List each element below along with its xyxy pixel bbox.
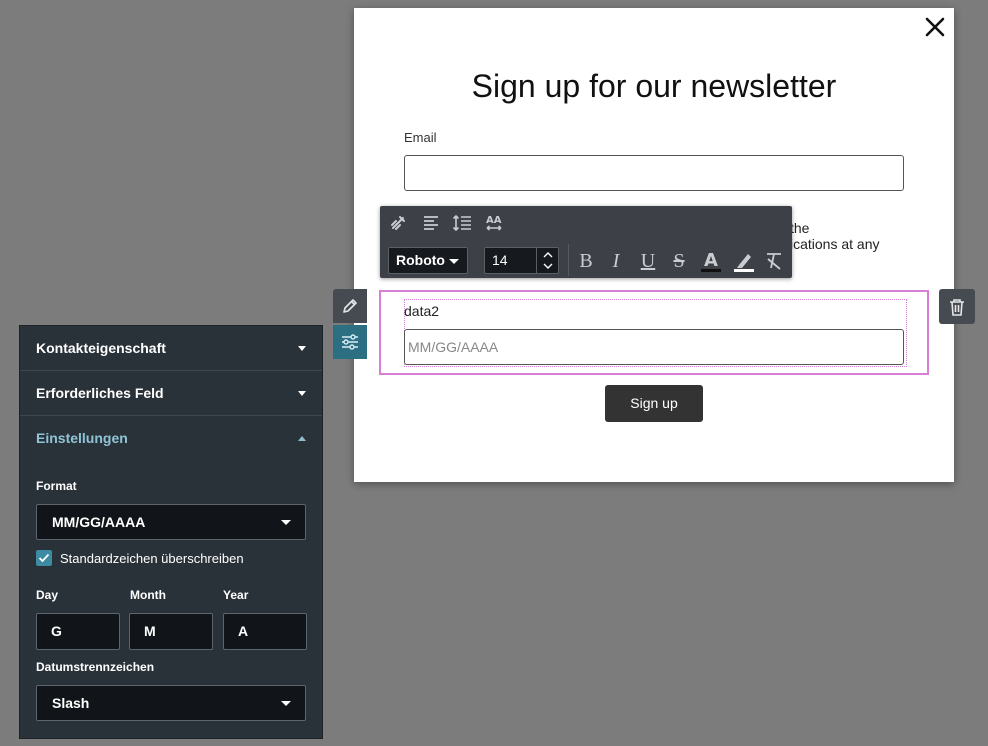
override-checkbox[interactable]: [36, 550, 52, 566]
email-label: Email: [404, 130, 437, 145]
font-family-select[interactable]: Roboto: [388, 247, 468, 274]
day-input[interactable]: G: [36, 613, 120, 650]
trash-icon: [950, 298, 964, 316]
toolbar-divider: [568, 244, 569, 276]
settings-button[interactable]: [333, 325, 367, 359]
delete-button[interactable]: [939, 289, 975, 324]
chevron-down-icon: [449, 259, 459, 264]
settings-panel: Kontakteigenschaft Erforderliches Feld E…: [19, 325, 323, 739]
year-input[interactable]: A: [223, 613, 307, 650]
font-size-input[interactable]: 14: [484, 247, 559, 274]
format-value: MM/GG/AAAA: [52, 514, 146, 530]
email-field[interactable]: [404, 155, 904, 191]
consent-text: the ications at any: [790, 220, 880, 252]
format-select[interactable]: MM/GG/AAAA: [36, 504, 306, 540]
year-label: Year: [223, 588, 249, 602]
line-height-icon[interactable]: [449, 210, 475, 236]
highlight-icon[interactable]: [731, 248, 757, 274]
pencil-icon: [343, 299, 357, 313]
section-required-field[interactable]: Erforderliches Feld: [20, 371, 322, 416]
text-color-icon[interactable]: A: [698, 248, 724, 274]
month-label: Month: [130, 588, 166, 602]
strikethrough-icon[interactable]: S: [666, 248, 692, 274]
month-input[interactable]: M: [129, 613, 213, 650]
format-label: Format: [36, 479, 77, 493]
section-label: Einstellungen: [36, 430, 128, 446]
consent-text-line1: the: [790, 220, 810, 236]
align-left-icon[interactable]: [418, 210, 444, 236]
chevron-down-icon: [298, 391, 306, 396]
chevron-up-icon: [298, 436, 306, 441]
clear-format-icon[interactable]: [761, 248, 787, 274]
date-label: data2: [404, 303, 440, 319]
consent-text-line2: ications at any: [790, 236, 880, 252]
font-size-stepper[interactable]: [536, 248, 558, 273]
checkmark-icon: [38, 553, 50, 563]
toolbar-row-top: AA: [380, 206, 792, 240]
date-field[interactable]: MM/GG/AAAA: [404, 329, 904, 365]
section-contact-property[interactable]: Kontakteigenschaft: [20, 326, 322, 371]
day-label: Day: [36, 588, 59, 602]
section-label: Erforderliches Feld: [36, 385, 164, 401]
override-label: Standardzeichen überschreiben: [60, 551, 244, 566]
close-icon[interactable]: [924, 16, 946, 38]
underline-icon[interactable]: U: [635, 248, 661, 274]
font-family-value: Roboto: [396, 252, 445, 268]
modal-title: Sign up for our newsletter: [471, 68, 837, 104]
letter-spacing-icon[interactable]: AA: [481, 210, 507, 236]
italic-icon[interactable]: I: [603, 248, 629, 274]
svg-text:A: A: [704, 250, 718, 271]
sliders-icon: [342, 334, 358, 350]
section-label: Kontakteigenschaft: [36, 340, 166, 356]
bold-icon[interactable]: B: [573, 248, 599, 274]
separator-value: Slash: [52, 695, 90, 711]
edit-button[interactable]: [333, 289, 367, 323]
chevron-down-icon: [281, 520, 291, 525]
text-format-toolbar: AA Roboto 14 B I U S A: [380, 206, 792, 278]
section-settings[interactable]: Einstellungen: [20, 416, 322, 461]
svg-text:AA: AA: [486, 215, 502, 226]
unlink-icon[interactable]: [385, 210, 411, 236]
separator-select[interactable]: Slash: [36, 685, 306, 721]
separator-label: Datumstrennzeichen: [36, 660, 155, 674]
chevron-down-icon: [298, 346, 306, 351]
signup-button[interactable]: Sign up: [605, 385, 703, 422]
chevron-down-icon: [281, 701, 291, 706]
font-size-value: 14: [492, 252, 508, 268]
